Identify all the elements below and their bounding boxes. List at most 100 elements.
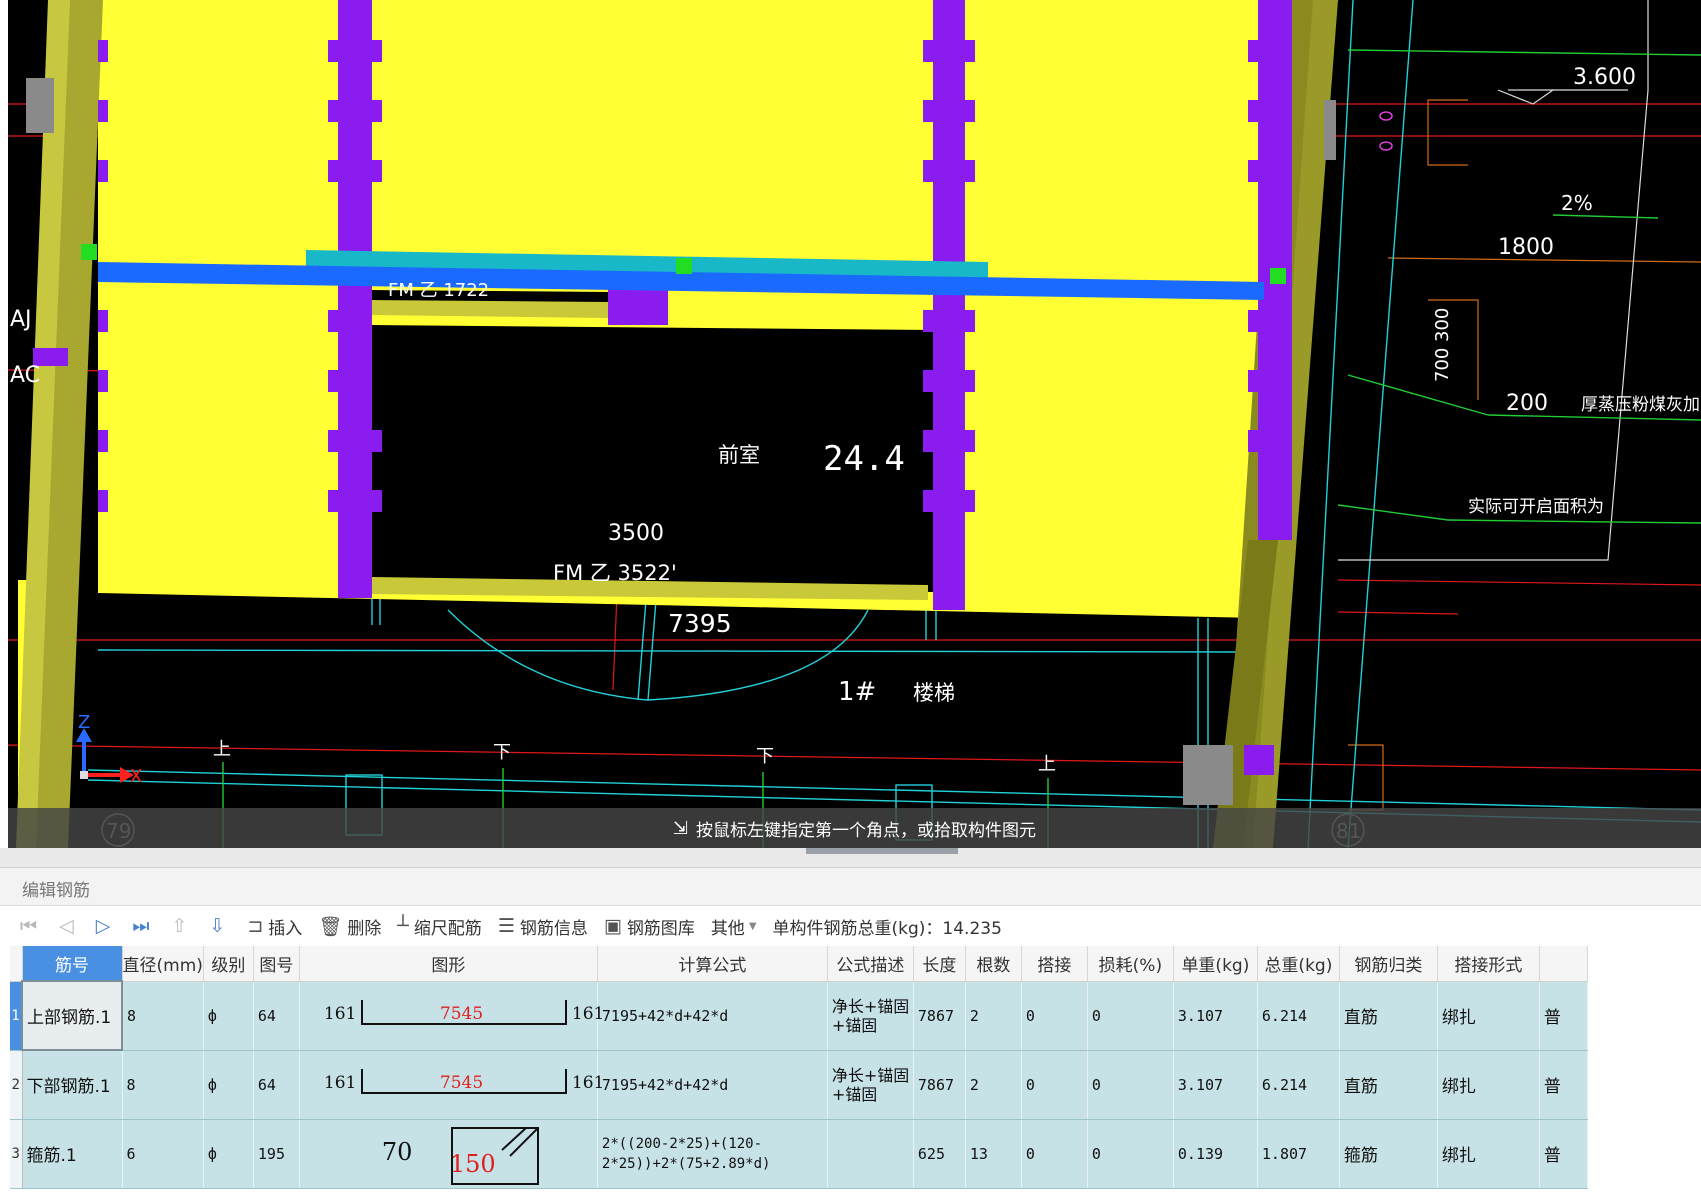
cell-fig[interactable]: 195 xyxy=(253,1119,300,1189)
cad-viewport[interactable]: 前室 24.4 3500 FM 乙 3522' FM 乙 1722 7395 1… xyxy=(8,0,1701,848)
col-header-total-weight[interactable]: 总重(kg) xyxy=(1257,946,1340,982)
col-header-dia[interactable]: 直径(mm) xyxy=(122,946,204,982)
cell-extra[interactable]: 普 xyxy=(1539,1050,1588,1120)
shape-right-value: 161 xyxy=(571,1003,605,1024)
command-prompt-text: 按鼠标左键指定第一个角点，或拾取构件图元 xyxy=(696,820,1037,841)
panel-title: 编辑钢筋 xyxy=(0,868,1701,906)
cell-grade[interactable]: ф xyxy=(203,1119,254,1189)
col-header-count[interactable]: 根数 xyxy=(965,946,1022,982)
splitter-grip[interactable] xyxy=(806,848,958,854)
col-header-extra[interactable] xyxy=(1539,946,1588,982)
cell-total-weight[interactable]: 1.807 xyxy=(1257,1119,1340,1189)
elevation-label: 3.600 xyxy=(1573,65,1636,90)
cell-shape[interactable]: 161 7545 161 xyxy=(299,1050,604,1120)
cell-lap-type[interactable]: 绑扎 xyxy=(1437,981,1540,1051)
cell-category[interactable]: 直筋 xyxy=(1339,1050,1438,1120)
cell-formula[interactable]: 7195+42*d+42*d xyxy=(597,981,828,1051)
cell-unit-weight[interactable]: 3.107 xyxy=(1173,1050,1258,1120)
rebar-info-button[interactable]: ☰ 钢筋信息 xyxy=(498,914,588,939)
col-header-grade[interactable]: 级别 xyxy=(203,946,254,982)
move-up-icon[interactable]: ⇧ xyxy=(171,915,187,937)
cell-category[interactable]: 箍筋 xyxy=(1339,1119,1438,1189)
dim-700-label: 700 xyxy=(1432,348,1453,382)
col-header-fig[interactable]: 图号 xyxy=(253,946,300,982)
cell-fig[interactable]: 64 xyxy=(253,1050,300,1120)
cell-name[interactable]: 下部钢筋.1 xyxy=(22,1050,123,1120)
cell-lap[interactable]: 0 xyxy=(1021,1119,1088,1189)
rebar-library-label: 钢筋图库 xyxy=(626,918,695,939)
col-header-loss[interactable]: 损耗(%) xyxy=(1087,946,1174,982)
cell-lap[interactable]: 0 xyxy=(1021,1050,1088,1120)
dropdown-arrow-icon: ▼ xyxy=(748,920,757,932)
delete-button[interactable]: 🗑 删除 xyxy=(318,914,381,939)
cell-extra[interactable]: 普 xyxy=(1539,1119,1588,1189)
rebar-toolbar: ⏮ ◁ ▷ ⏭ ⇧ ⇩ ⊐ 插入 🗑 删除 ┴ 缩尺配筋 ☰ 钢筋信息 ▣ 钢筋… xyxy=(0,906,1701,946)
cell-unit-weight[interactable]: 3.107 xyxy=(1173,981,1258,1051)
first-record-icon[interactable]: ⏮ xyxy=(20,915,37,937)
cell-dia[interactable]: 6 xyxy=(122,1119,204,1189)
insert-button[interactable]: ⊐ 插入 xyxy=(247,914,302,939)
next-record-icon[interactable]: ▷ xyxy=(96,915,111,937)
table-row[interactable]: 2 下部钢筋.1 8 ф 64 161 7545 161 7195+42*d+4… xyxy=(10,1050,1588,1120)
cell-loss[interactable]: 0 xyxy=(1087,1119,1174,1189)
col-header-lap-type[interactable]: 搭接形式 xyxy=(1437,946,1540,982)
cell-dia[interactable]: 8 xyxy=(122,1050,204,1120)
drawing-canvas[interactable]: 前室 24.4 3500 FM 乙 3522' FM 乙 1722 7395 1… xyxy=(8,0,1701,848)
cell-count[interactable]: 2 xyxy=(965,1050,1022,1120)
dim-300-label: 300 xyxy=(1432,308,1453,342)
other-dropdown[interactable]: 其他 ▼ xyxy=(711,914,757,939)
col-header-formula[interactable]: 计算公式 xyxy=(597,946,828,982)
cell-length[interactable]: 7867 xyxy=(913,981,966,1051)
cell-lap-type[interactable]: 绑扎 xyxy=(1437,1119,1540,1189)
panel-splitter[interactable] xyxy=(0,848,1701,868)
row-number[interactable]: 2 xyxy=(10,1050,23,1120)
row-number[interactable]: 1 xyxy=(10,981,23,1051)
cell-count[interactable]: 13 xyxy=(965,1119,1022,1189)
cell-category[interactable]: 直筋 xyxy=(1339,981,1438,1051)
col-header-unit-weight[interactable]: 单重(kg) xyxy=(1173,946,1258,982)
total-weight-label: 单构件钢筋总重(kg)： xyxy=(772,918,943,939)
other-label: 其他 xyxy=(710,918,745,939)
cell-formula[interactable]: 2*((200-2*25)+(120-2*25))+2*(75+2.89*d) xyxy=(597,1119,828,1189)
library-icon: ▣ xyxy=(603,915,622,937)
cell-dia[interactable]: 8 xyxy=(122,981,204,1051)
cell-grade[interactable]: ф xyxy=(203,981,254,1051)
cell-unit-weight[interactable]: 0.139 xyxy=(1173,1119,1258,1189)
prev-record-icon[interactable]: ◁ xyxy=(59,915,74,937)
cell-count[interactable]: 2 xyxy=(965,981,1022,1051)
rebar-library-button[interactable]: ▣ 钢筋图库 xyxy=(604,914,695,939)
cell-shape[interactable]: 70 150 xyxy=(299,1119,598,1189)
cell-formula[interactable]: 7195+42*d+42*d xyxy=(597,1050,828,1120)
cell-length[interactable]: 7867 xyxy=(913,1050,966,1120)
cell-total-weight[interactable]: 6.214 xyxy=(1257,1050,1340,1120)
col-header-no[interactable]: 筋号 xyxy=(22,946,123,982)
col-header-desc[interactable]: 公式描述 xyxy=(827,946,914,982)
col-header-lap[interactable]: 搭接 xyxy=(1021,946,1088,982)
cell-loss[interactable]: 0 xyxy=(1087,1050,1174,1120)
cell-name[interactable]: 箍筋.1 xyxy=(22,1119,123,1189)
last-record-icon[interactable]: ⏭ xyxy=(132,915,149,937)
cell-grade[interactable]: ф xyxy=(203,1050,254,1120)
cell-lap-type[interactable]: 绑扎 xyxy=(1437,1050,1540,1120)
col-header-length[interactable]: 长度 xyxy=(913,946,966,982)
dim-7395-label: 7395 xyxy=(668,609,732,638)
row-number[interactable]: 3 xyxy=(10,1119,23,1189)
cell-extra[interactable]: 普 xyxy=(1539,981,1588,1051)
cell-desc[interactable]: 净长+锚固+锚固 xyxy=(827,1050,914,1120)
table-header-row: 筋号 直径(mm) 级别 图号 图形 计算公式 公式描述 长度 根数 搭接 损耗… xyxy=(10,946,1588,982)
cell-lap[interactable]: 0 xyxy=(1021,981,1088,1051)
col-header-category[interactable]: 钢筋归类 xyxy=(1339,946,1438,982)
cell-name[interactable]: 上部钢筋.1 xyxy=(21,980,123,1051)
cell-desc[interactable] xyxy=(827,1119,914,1189)
cell-total-weight[interactable]: 6.214 xyxy=(1257,981,1340,1051)
table-row[interactable]: 1 上部钢筋.1 8 ф 64 161 7545 161 7195+42*d+4… xyxy=(10,980,1588,1051)
cell-desc[interactable]: 净长+锚固+锚固 xyxy=(827,981,914,1051)
scale-rebar-button[interactable]: ┴ 缩尺配筋 xyxy=(397,914,481,939)
cell-fig[interactable]: 64 xyxy=(253,981,300,1051)
cell-loss[interactable]: 0 xyxy=(1087,981,1174,1051)
col-header-shape[interactable]: 图形 xyxy=(299,946,598,982)
cell-shape[interactable]: 161 7545 161 xyxy=(299,981,604,1051)
cell-length[interactable]: 625 xyxy=(913,1119,966,1189)
table-row[interactable]: 3 箍筋.1 6 ф 195 70 150 2*((200-2*25)+(120… xyxy=(10,1119,1588,1189)
move-down-icon[interactable]: ⇩ xyxy=(209,915,225,937)
